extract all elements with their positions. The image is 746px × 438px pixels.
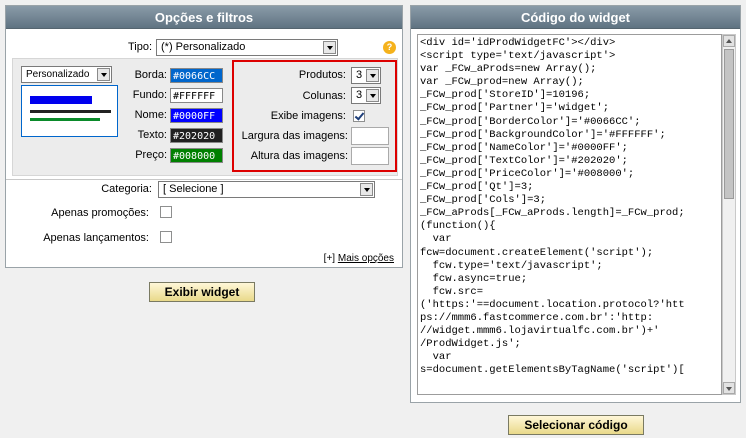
code-panel-title: Código do widget (411, 6, 740, 29)
tipo-label: Tipo: (127, 41, 152, 53)
options-panel-title: Opções e filtros (6, 6, 402, 29)
options-panel: Opções e filtros Tipo: (*) Personalizado… (5, 5, 403, 268)
produtos-value: 3 (356, 69, 363, 81)
widget-preview (21, 85, 118, 137)
chevron-down-icon (366, 89, 379, 102)
color-input[interactable]: #0000FF (170, 108, 223, 123)
lancamentos-checkbox[interactable] (160, 231, 172, 243)
categoria-select[interactable]: [ Selecione ] (158, 181, 375, 198)
selecionar-codigo-button[interactable]: Selecionar código (508, 415, 644, 435)
help-icon[interactable]: ? (383, 41, 396, 54)
exibe-imagens-label: Exibe imagens: (270, 110, 346, 122)
color-label: Preço: (135, 149, 167, 161)
promocoes-label: Apenas promoções: (51, 207, 149, 219)
chevron-down-icon (323, 41, 336, 54)
code-panel: Código do widget <div id='idProdWidgetFC… (410, 5, 741, 403)
altura-input[interactable] (351, 147, 389, 165)
color-input[interactable]: #202020 (170, 128, 223, 143)
code-textarea[interactable]: <div id='idProdWidgetFC'></div> <script … (417, 34, 722, 395)
color-label: Fundo: (132, 89, 167, 101)
code-scrollbar[interactable] (722, 34, 736, 395)
preset-select-value: Personalizado (26, 69, 90, 80)
preview-text-bar (30, 110, 111, 113)
mais-opcoes: [+] Mais opções (324, 253, 394, 264)
scroll-up-icon[interactable] (723, 35, 735, 47)
altura-label: Altura das imagens: (250, 150, 348, 162)
chevron-down-icon (366, 69, 379, 82)
produtos-label: Produtos: (298, 69, 346, 81)
exibe-imagens-checkbox[interactable] (353, 110, 365, 122)
color-input[interactable]: #008000 (170, 148, 223, 163)
categoria-value: [ Selecione ] (163, 183, 224, 195)
tipo-select-value: (*) Personalizado (161, 41, 246, 53)
preview-name-bar (30, 96, 92, 104)
promocoes-checkbox[interactable] (160, 206, 172, 218)
colunas-value: 3 (356, 89, 363, 101)
divider (6, 179, 402, 180)
color-label: Nome: (134, 109, 167, 121)
lancamentos-label: Apenas lançamentos: (43, 232, 149, 244)
colunas-label: Colunas: (302, 90, 346, 102)
preview-price-bar (30, 118, 100, 121)
chevron-down-icon (360, 183, 373, 196)
categoria-label: Categoria: (101, 183, 152, 195)
scroll-down-icon[interactable] (723, 382, 735, 394)
color-label: Texto: (137, 129, 167, 141)
largura-input[interactable] (351, 127, 389, 145)
color-input[interactable]: #0066CC (170, 68, 223, 83)
colunas-select[interactable]: 3 (351, 87, 381, 104)
color-input[interactable]: #FFFFFF (170, 88, 223, 103)
largura-label: Largura das imagens: (241, 130, 348, 142)
chevron-down-icon (97, 68, 110, 81)
preset-select[interactable]: Personalizado (21, 66, 112, 83)
tipo-select[interactable]: (*) Personalizado (156, 39, 338, 56)
exibir-widget-button[interactable]: Exibir widget (149, 282, 255, 302)
mais-opcoes-prefix: [+] (323, 253, 336, 264)
color-label: Borda: (134, 69, 167, 81)
scroll-thumb[interactable] (724, 49, 734, 199)
mais-opcoes-link[interactable]: Mais opções (338, 253, 394, 264)
produtos-select[interactable]: 3 (351, 67, 381, 84)
